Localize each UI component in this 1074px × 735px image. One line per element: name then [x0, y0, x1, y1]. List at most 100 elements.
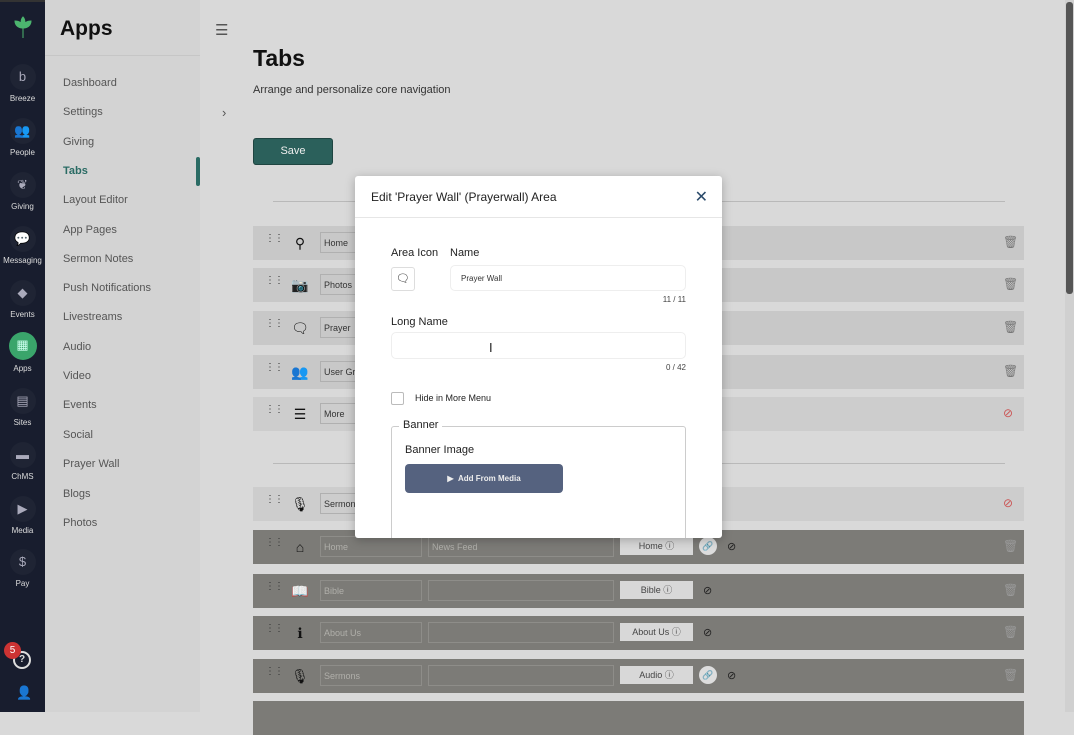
drag-handle-icon[interactable]: ⋮⋮	[265, 538, 284, 548]
sidebar-item-push-notifications[interactable]: Push Notifications	[63, 282, 151, 294]
rail-item-pay[interactable]: $ Pay	[0, 549, 45, 588]
sidebar-item-layout-editor[interactable]: Layout Editor	[63, 194, 128, 206]
tab-name-input[interactable]: Bible	[320, 580, 422, 601]
area-icon-picker[interactable]: 🗨	[391, 267, 415, 291]
tab-long-name-input[interactable]	[428, 665, 614, 686]
tab-type-label[interactable]: Bible ⓘ	[620, 581, 693, 599]
rail-item-people[interactable]: 👥 People	[0, 118, 45, 157]
ban-icon[interactable]: ⊘	[703, 584, 712, 597]
sidebar-item-app-pages[interactable]: App Pages	[63, 224, 117, 236]
trash-icon[interactable]: 🗑	[1003, 277, 1018, 291]
scrollbar-thumb[interactable]	[1066, 2, 1073, 294]
ban-icon[interactable]: ⊘	[727, 540, 736, 553]
tab-name-input[interactable]: Sermons	[320, 665, 422, 686]
name-count: 11 / 11	[662, 295, 686, 304]
add-from-media-button[interactable]: ▶ Add From Media	[405, 464, 563, 493]
trash-icon[interactable]: 🗑	[1003, 235, 1018, 249]
tab-long-name-input[interactable]	[428, 622, 614, 643]
rail-item-events[interactable]: ◆ Events	[0, 280, 45, 319]
sidebar-item-photos[interactable]: Photos	[63, 517, 97, 529]
hide-in-more-checkbox[interactable]	[391, 392, 404, 405]
app-rail: b Breeze 👥 People ❦ Giving 💬 Messaging ◆ Events ▦ A…	[0, 0, 45, 712]
trash-icon[interactable]: 🗑	[1003, 625, 1018, 639]
save-button[interactable]: Save	[253, 138, 333, 165]
trash-icon[interactable]: 🗑	[1003, 668, 1018, 682]
scrollbar[interactable]	[1065, 0, 1074, 712]
link-icon[interactable]: 🔗	[699, 537, 717, 555]
rail-item-label: ChMS	[11, 472, 34, 481]
trash-icon[interactable]: 🗑	[1003, 320, 1018, 334]
rail-item-apps[interactable]: ▦ Apps	[0, 332, 45, 373]
long-name-label: Long Name	[391, 316, 448, 328]
sidebar-item-prayer-wall[interactable]: Prayer Wall	[63, 458, 119, 470]
rail-item-breeze[interactable]: b Breeze	[0, 64, 45, 103]
drag-handle-icon[interactable]: ⋮⋮	[265, 582, 284, 592]
drag-handle-icon[interactable]: ⋮⋮	[265, 319, 284, 329]
tab-type-label[interactable]: About Us ⓘ	[620, 623, 693, 641]
trash-icon[interactable]: 🗑	[1003, 583, 1018, 597]
tab-icon[interactable]: 🎙	[291, 496, 309, 513]
drag-handle-icon[interactable]: ⋮⋮	[265, 495, 284, 505]
link-icon[interactable]: 🔗	[699, 666, 717, 684]
sidebar-item-video[interactable]: Video	[63, 370, 91, 382]
rail-item-label: Events	[10, 310, 35, 319]
trash-icon[interactable]: 🗑	[1003, 364, 1018, 378]
disabled-icon[interactable]: ⊘	[1003, 496, 1013, 510]
page-title: Tabs	[253, 45, 305, 71]
sidebar-item-audio[interactable]: Audio	[63, 341, 91, 353]
tab-icon[interactable]: ℹ	[291, 625, 309, 642]
rail-item-giving[interactable]: ❦ Giving	[0, 172, 45, 211]
tab-icon[interactable]: 📖	[291, 583, 309, 600]
tab-name-input[interactable]: About Us	[320, 622, 422, 643]
close-icon[interactable]: ✕	[695, 187, 708, 207]
long-name-count: 0 / 42	[665, 363, 686, 372]
sidebar-item-tabs[interactable]: Tabs	[63, 165, 88, 177]
sites-icon: ▤	[9, 388, 36, 414]
drag-handle-icon[interactable]: ⋮⋮	[265, 276, 284, 286]
sidebar-item-dashboard[interactable]: Dashboard	[63, 77, 117, 89]
drag-handle-icon[interactable]: ⋮⋮	[265, 363, 284, 373]
tab-icon[interactable]: 📷	[291, 277, 309, 294]
tab-long-name-input[interactable]	[428, 580, 614, 601]
rail-item-chms[interactable]: ▬ ChMS	[0, 442, 45, 481]
sidebar-item-events[interactable]: Events	[63, 399, 97, 411]
drag-handle-icon[interactable]: ⋮⋮	[265, 624, 284, 634]
tab-icon[interactable]: ⌂	[291, 539, 309, 555]
rail-item-label: Breeze	[9, 94, 36, 103]
tab-type-label[interactable]: Audio ⓘ	[620, 666, 693, 684]
trash-icon[interactable]: 🗑	[1003, 539, 1018, 553]
tab-type-label[interactable]: Home ⓘ	[620, 537, 693, 555]
sidebar-item-social[interactable]: Social	[63, 429, 93, 441]
add-from-media-label: Add From Media	[457, 474, 521, 483]
drag-handle-icon[interactable]: ⋮⋮	[265, 234, 284, 244]
name-input[interactable]: Prayer Wall	[450, 265, 686, 291]
rail-item-label: Pay	[15, 579, 30, 588]
giving-icon: ❦	[9, 172, 36, 198]
tab-name-input[interactable]: Home	[320, 536, 422, 557]
tab-icon[interactable]: ⚲	[291, 235, 309, 252]
rail-item-sites[interactable]: ▤ Sites	[0, 388, 45, 427]
tab-long-name-input[interactable]: News Feed	[428, 536, 614, 557]
notification-badge: 5	[4, 642, 21, 659]
tab-icon[interactable]: 👥	[291, 364, 309, 381]
sidebar-item-blogs[interactable]: Blogs	[63, 488, 91, 500]
sidebar-item-settings[interactable]: Settings	[63, 106, 103, 118]
rail-item-media[interactable]: ▶ Media	[0, 496, 45, 535]
logo-icon	[14, 16, 32, 38]
disabled-icon[interactable]: ⊘	[1003, 406, 1013, 420]
tab-icon[interactable]: 🎙	[291, 668, 309, 685]
tab-icon[interactable]: 🗨	[291, 320, 309, 337]
long-name-input[interactable]	[391, 332, 686, 359]
sidebar-item-livestreams[interactable]: Livestreams	[63, 311, 122, 323]
sidebar-item-giving[interactable]: Giving	[63, 136, 94, 148]
tab-icon[interactable]: ☰	[291, 406, 309, 423]
sidebar-item-sermon-notes[interactable]: Sermon Notes	[63, 253, 133, 265]
sidebar-title: Apps	[60, 17, 113, 40]
user-icon[interactable]: 👤	[16, 685, 32, 701]
rail-item-messaging[interactable]: 💬 Messaging	[0, 226, 45, 265]
drag-handle-icon[interactable]: ⋮⋮	[265, 667, 284, 677]
ban-icon[interactable]: ⊘	[703, 626, 712, 639]
rail-item-label: Messaging	[3, 256, 42, 265]
drag-handle-icon[interactable]: ⋮⋮	[265, 405, 284, 415]
ban-icon[interactable]: ⊘	[727, 669, 736, 682]
